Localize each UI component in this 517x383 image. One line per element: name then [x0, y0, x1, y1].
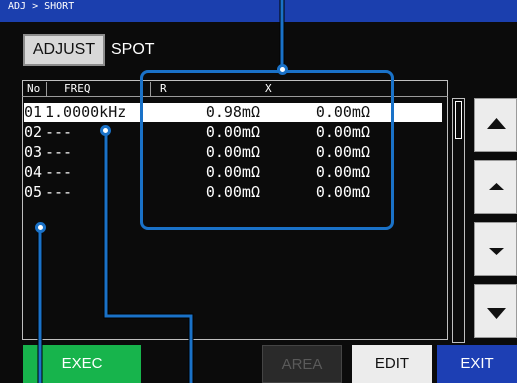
row-freq: 1.0000kHz [45, 103, 127, 121]
row-freq: --- [45, 163, 73, 181]
edit-button[interactable]: EDIT [352, 345, 432, 383]
row-no: 04 [24, 163, 43, 181]
callout-dot-rx [277, 64, 288, 75]
page-down-icon [487, 308, 506, 319]
page-down-button[interactable] [474, 284, 517, 338]
column-divider [46, 82, 47, 96]
row-no: 01 [24, 103, 43, 121]
area-button[interactable]: AREA [262, 345, 342, 383]
callout-dot-freq [100, 125, 111, 136]
row-freq: --- [45, 183, 73, 201]
callout-leader-no [37, 228, 43, 383]
adjust-button[interactable]: ADJUST [23, 34, 105, 66]
row-freq: --- [45, 143, 73, 161]
list-scrollbar[interactable] [452, 98, 465, 343]
line-down-button[interactable] [474, 222, 517, 276]
column-header-freq: FREQ [64, 82, 91, 95]
callout-leader-top [279, 0, 285, 70]
exit-button[interactable]: EXIT [437, 345, 517, 383]
line-down-icon [489, 248, 504, 255]
row-freq: --- [45, 123, 73, 141]
line-up-icon [489, 183, 504, 190]
callout-dot-no [35, 222, 46, 233]
page-up-icon [487, 118, 506, 129]
scrollbar-thumb[interactable] [455, 101, 462, 139]
row-no: 05 [24, 183, 43, 201]
page-up-button[interactable] [474, 98, 517, 152]
column-header-no: No [27, 82, 41, 95]
line-up-button[interactable] [474, 160, 517, 214]
breadcrumb: ADJ > SHORT [0, 0, 517, 22]
mode-label: SPOT [111, 41, 155, 58]
row-no: 03 [24, 143, 43, 161]
callout-leader-freq [103, 134, 194, 383]
row-no: 02 [24, 123, 43, 141]
adjust-short-screen: ADJ > SHORT ADJUST SPOT No FREQ R X 01 1… [0, 0, 517, 383]
